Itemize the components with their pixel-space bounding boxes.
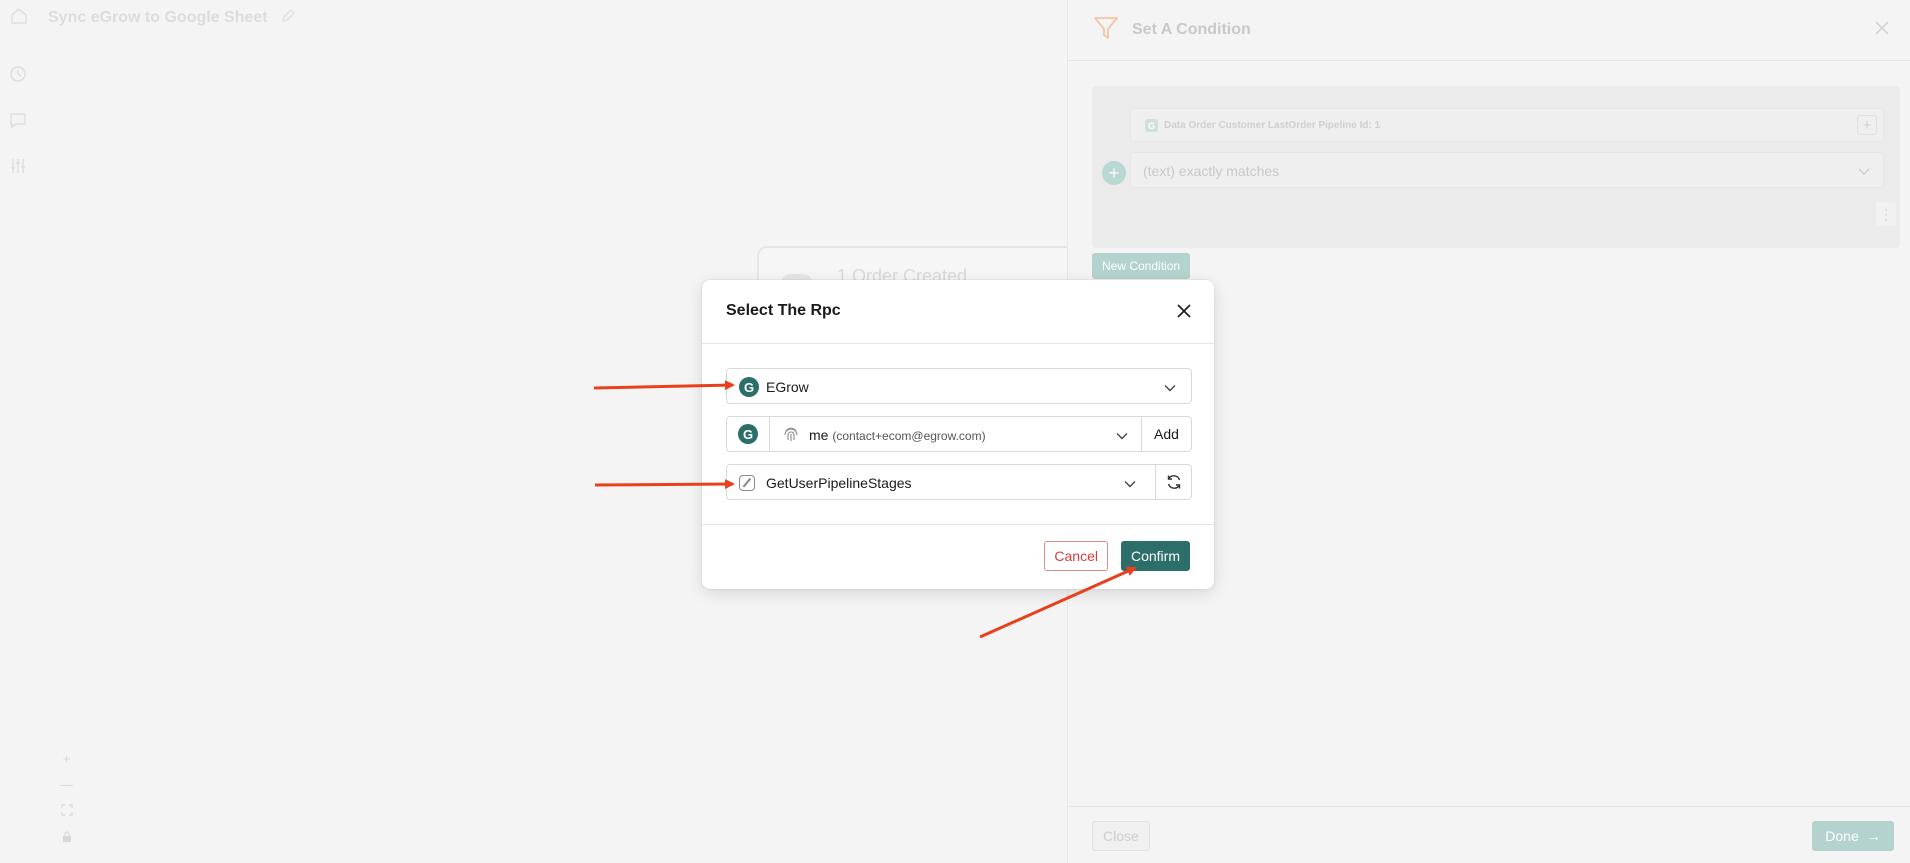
account-name: me xyxy=(809,427,829,443)
add-condition-icon[interactable]: + xyxy=(1102,161,1126,185)
chat-icon[interactable] xyxy=(8,110,28,130)
rpc-select-value: GetUserPipelineStages xyxy=(766,475,912,491)
account-select[interactable]: G me (contact+ecom@egrow.com) Add xyxy=(726,416,1192,452)
app-select-value: EGrow xyxy=(766,379,809,395)
done-button[interactable]: Done → xyxy=(1812,821,1894,851)
modal-header: Select The Rpc xyxy=(702,280,1214,344)
select-rpc-modal: Select The Rpc G EGrow G me (contact+eco… xyxy=(702,280,1214,589)
account-app-cell: G xyxy=(727,417,770,451)
fingerprint-icon xyxy=(782,425,800,448)
operator-value: (text) exactly matches xyxy=(1143,163,1280,179)
cancel-button[interactable]: Cancel xyxy=(1044,541,1108,571)
home-icon[interactable] xyxy=(10,7,28,30)
workflow-title[interactable]: Sync eGrow to Google Sheet xyxy=(48,9,268,27)
panel-header: Set A Condition xyxy=(1068,0,1910,61)
rpc-select[interactable]: GetUserPipelineStages xyxy=(726,464,1192,500)
condition-group: G Data Order Customer LastOrder Pipeline… xyxy=(1092,86,1900,248)
arrow-right-icon: → xyxy=(1866,828,1881,844)
modal-footer: Cancel Confirm xyxy=(702,524,1214,589)
add-account-button[interactable]: Add xyxy=(1141,417,1191,451)
account-label: me (contact+ecom@egrow.com) xyxy=(809,427,986,443)
refresh-icon[interactable] xyxy=(1155,465,1191,499)
top-bar: Sync eGrow to Google Sheet xyxy=(0,0,296,36)
app-select[interactable]: G EGrow xyxy=(726,368,1192,404)
side-rail xyxy=(8,64,28,176)
filter-icon xyxy=(1092,14,1120,47)
chevron-down-icon xyxy=(1115,429,1129,448)
close-icon[interactable] xyxy=(1872,18,1892,43)
new-condition-button[interactable]: New Condition xyxy=(1092,253,1191,279)
chevron-down-icon xyxy=(1857,164,1871,183)
panel-footer: Close Done → xyxy=(1068,806,1910,863)
zoom-controls: + — xyxy=(60,752,73,846)
zoom-out-button[interactable]: — xyxy=(60,778,73,792)
field-chip[interactable]: G Data Order Customer LastOrder Pipeline… xyxy=(1145,119,1380,132)
zoom-in-button[interactable]: + xyxy=(63,752,71,766)
condition-field[interactable]: G Data Order Customer LastOrder Pipeline… xyxy=(1130,108,1884,142)
egrow-logo-icon: G xyxy=(738,424,758,444)
done-label: Done xyxy=(1825,828,1859,844)
chevron-down-icon xyxy=(1163,381,1177,400)
fit-view-icon[interactable] xyxy=(60,804,73,819)
modal-title: Select The Rpc xyxy=(726,302,841,319)
egrow-logo-icon: G xyxy=(1145,119,1158,132)
more-options-icon[interactable]: ⋮ xyxy=(1876,202,1896,226)
account-email: (contact+ecom@egrow.com) xyxy=(832,429,986,443)
lock-icon[interactable] xyxy=(61,831,73,846)
field-chip-label: Data Order Customer LastOrder Pipeline I… xyxy=(1164,120,1381,131)
panel-title: Set A Condition xyxy=(1132,21,1251,38)
pencil-icon[interactable] xyxy=(280,8,296,29)
operator-select[interactable]: (text) exactly matches xyxy=(1130,152,1884,188)
close-icon[interactable] xyxy=(1176,303,1192,324)
history-icon[interactable] xyxy=(8,64,28,84)
rpc-icon xyxy=(739,475,755,491)
panel-close-button[interactable]: Close xyxy=(1092,821,1150,851)
sliders-icon[interactable] xyxy=(8,156,28,176)
egrow-logo-icon: G xyxy=(739,377,759,397)
chevron-down-icon xyxy=(1123,477,1137,496)
confirm-button[interactable]: Confirm xyxy=(1120,541,1190,571)
add-field-button[interactable]: + xyxy=(1857,115,1877,135)
